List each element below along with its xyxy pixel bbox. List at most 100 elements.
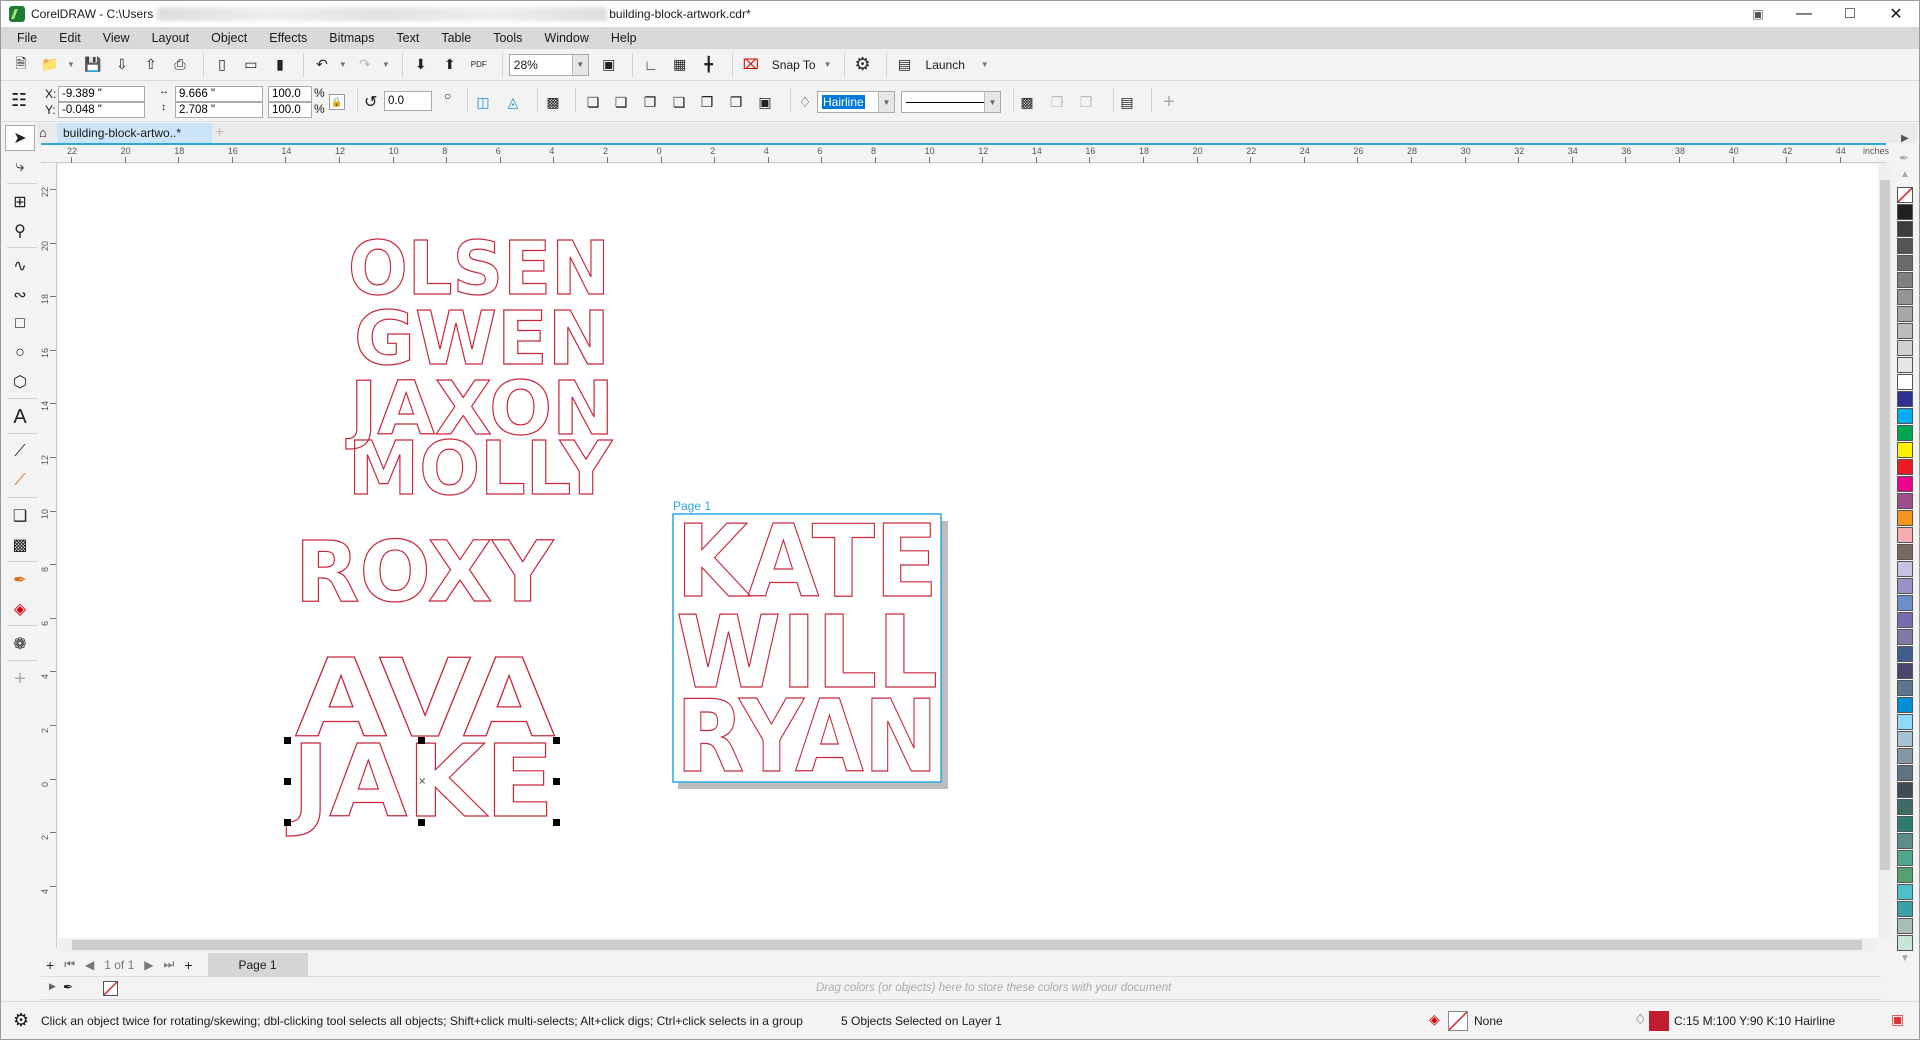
name-molly[interactable]: MOLLY	[347, 425, 614, 512]
first-page-icon[interactable]: ⏮	[64, 957, 75, 972]
snap-to-dropdown-icon[interactable]: ▼	[824, 60, 832, 69]
align-distribute-icon[interactable]: ▤	[1115, 90, 1139, 114]
doc-palette-expand-icon[interactable]: ▶	[49, 981, 56, 992]
palette-arrow-icon[interactable]: ▶	[1901, 133, 1909, 144]
options-gear-icon[interactable]: ⚙	[851, 53, 875, 77]
color-swatch[interactable]	[1897, 289, 1913, 305]
menu-layout[interactable]: Layout	[144, 31, 198, 45]
ungroup-icon[interactable]: ❒	[1074, 90, 1098, 114]
new-document-icon[interactable]: 🗎	[9, 53, 33, 77]
show-grid-icon[interactable]: ▦	[668, 53, 692, 77]
color-swatch[interactable]	[1897, 221, 1913, 237]
cut-icon[interactable]: ▯	[210, 53, 234, 77]
outline-width-select[interactable]: Hairline ▼	[817, 91, 895, 113]
intersect-icon[interactable]: ❐	[638, 90, 662, 114]
polygon-tool-icon[interactable]: ⬡	[5, 369, 35, 395]
artistic-media-tool-icon[interactable]: ∾	[5, 282, 35, 308]
scale-width-field[interactable]	[268, 86, 312, 102]
handle-bottom-left[interactable]	[284, 819, 291, 826]
names-group-left[interactable]: OLSEN GWEN JAXON MOLLY	[344, 225, 614, 512]
color-swatch[interactable]	[1897, 493, 1913, 509]
menu-bitmaps[interactable]: Bitmaps	[321, 31, 382, 45]
add-page-after-icon[interactable]: +	[184, 957, 192, 973]
reference-point-icon[interactable]: ☷	[11, 88, 27, 112]
home-icon[interactable]: ⌂	[39, 125, 47, 140]
page-tab[interactable]: Page 1	[207, 952, 308, 977]
color-swatch[interactable]	[1897, 663, 1913, 679]
handle-bottom-center[interactable]	[418, 819, 425, 826]
color-swatch[interactable]	[1897, 476, 1913, 492]
combine-icon[interactable]: ▩	[1015, 90, 1039, 114]
color-swatch[interactable]	[1897, 629, 1913, 645]
full-screen-preview-icon[interactable]: ▣	[597, 53, 621, 77]
color-swatch[interactable]	[1897, 357, 1913, 373]
transparency-tool-icon[interactable]: ▩	[5, 532, 35, 558]
chevron-down-icon[interactable]: ▼	[984, 92, 1000, 112]
color-swatch[interactable]	[1897, 255, 1913, 271]
color-swatch[interactable]	[1897, 323, 1913, 339]
status-gear-icon[interactable]: ⚙	[13, 1010, 29, 1031]
width-field[interactable]	[175, 86, 263, 102]
menu-window[interactable]: Window	[536, 31, 596, 45]
color-swatch[interactable]	[1897, 901, 1913, 917]
x-position-field[interactable]	[58, 86, 145, 102]
color-swatch[interactable]	[1897, 425, 1913, 441]
palette-scroll-up-icon[interactable]: ▲	[1900, 169, 1910, 180]
zoom-level-select[interactable]: 28% ▼	[508, 53, 589, 76]
shape-tool-icon[interactable]: ⤷	[5, 154, 35, 180]
color-proof-icon[interactable]: ▣	[1891, 1011, 1904, 1028]
no-color-swatch[interactable]	[1897, 187, 1913, 203]
color-swatch[interactable]	[1897, 680, 1913, 696]
horizontal-scrollbar[interactable]	[58, 938, 1878, 952]
color-swatch[interactable]	[1897, 782, 1913, 798]
add-icon[interactable]: +	[1157, 90, 1181, 114]
menu-effects[interactable]: Effects	[261, 31, 315, 45]
copy-icon[interactable]: ▭	[239, 53, 263, 77]
chevron-down-icon[interactable]: ▼	[878, 92, 894, 112]
menu-tools[interactable]: Tools	[485, 31, 530, 45]
doc-palette-eyedropper-icon[interactable]: ✒	[63, 980, 73, 994]
save-icon[interactable]: 💾	[81, 53, 105, 77]
color-swatch[interactable]	[1897, 816, 1913, 832]
open-dropdown-icon[interactable]: ▼	[67, 60, 75, 69]
previous-page-icon[interactable]: ◀	[85, 958, 94, 972]
palette-eyedropper-icon[interactable]: ✒	[1899, 151, 1909, 165]
color-swatch[interactable]	[1897, 646, 1913, 662]
color-swatch[interactable]	[1897, 442, 1913, 458]
launch-button[interactable]: Launch	[926, 58, 965, 72]
name-ryan[interactable]: RYAN	[675, 677, 938, 795]
maximize-button[interactable]: □	[1827, 1, 1873, 27]
eyedropper-tool-icon[interactable]: ✒	[5, 567, 35, 593]
crop-tool-icon[interactable]: ⊞	[5, 189, 35, 215]
document-tab[interactable]: building-block-artwo..*	[57, 123, 212, 143]
paste-icon[interactable]: ▮	[268, 53, 292, 77]
export-icon[interactable]: ⬆	[438, 53, 462, 77]
open-icon[interactable]: 📁	[38, 53, 62, 77]
menu-file[interactable]: File	[9, 31, 45, 45]
undo-icon[interactable]: ↶	[310, 53, 334, 77]
smart-fill-tool-icon[interactable]: ❁	[5, 631, 35, 657]
color-swatch[interactable]	[1897, 612, 1913, 628]
chevron-down-icon[interactable]: ▼	[571, 54, 588, 75]
cloud-download-icon[interactable]: ⇩	[110, 53, 134, 77]
color-swatch[interactable]	[1897, 204, 1913, 220]
add-tool-icon[interactable]: +	[5, 666, 35, 692]
menu-view[interactable]: View	[95, 31, 138, 45]
back-minus-front-icon[interactable]: ❐	[724, 90, 748, 114]
line-style-select[interactable]: ▼	[901, 91, 1001, 113]
color-swatch[interactable]	[1897, 884, 1913, 900]
connector-tool-icon[interactable]: ⟋	[5, 468, 35, 494]
next-page-icon[interactable]: ▶	[144, 958, 153, 972]
print-icon[interactable]: ⎙	[168, 53, 192, 77]
handle-middle-right[interactable]	[553, 778, 560, 785]
color-swatch[interactable]	[1897, 459, 1913, 475]
interactive-fill-tool-icon[interactable]: ◈	[5, 596, 35, 622]
color-swatch[interactable]	[1897, 765, 1913, 781]
color-swatch[interactable]	[1897, 527, 1913, 543]
names-group-bottom[interactable]: ROXY AVA JAKE	[285, 522, 556, 840]
rotation-angle-field[interactable]	[384, 91, 432, 111]
snap-to-button[interactable]: Snap To	[772, 58, 816, 72]
drawing-canvas[interactable]: Page 1 OLSEN GWEN JAXON MOLLY ROXY AVA J…	[58, 164, 1878, 938]
snap-off-icon[interactable]: ⌧	[739, 53, 763, 77]
fill-icon[interactable]: ◈	[1429, 1011, 1440, 1028]
